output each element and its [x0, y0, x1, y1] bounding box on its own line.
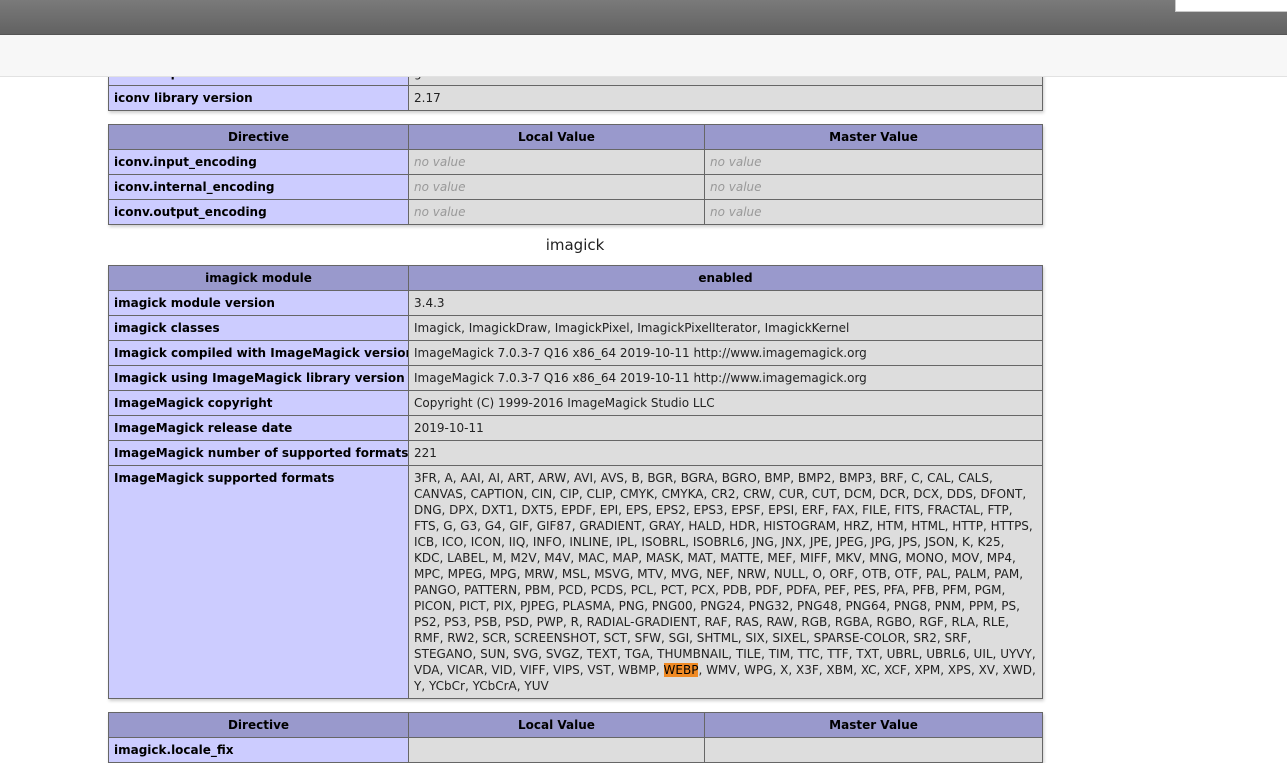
supported-formats-list: 3FR, A, AAI, AI, ART, ARW, AVI, AVS, B, …: [408, 465, 1043, 699]
row-label: imagick classes: [108, 315, 409, 341]
local-value: [408, 737, 705, 763]
table-row: iconv.internal_encoding no value no valu…: [108, 174, 1043, 200]
row-label: ImageMagick release date: [108, 415, 409, 441]
table-row: imagick classes Imagick, ImagickDraw, Im…: [108, 315, 1043, 341]
highlighted-format: WEBP: [663, 663, 699, 677]
phpinfo-content: iconv implementation glibc iconv library…: [108, 60, 1043, 763]
local-value: no value: [408, 174, 705, 200]
formats-text: 3FR, A, AAI, AI, ART, ARW, AVI, AVS, B, …: [414, 471, 1036, 677]
iconv-directives-table: Directive Local Value Master Value iconv…: [108, 124, 1043, 225]
table-row: ImageMagick release date 2019-10-11: [108, 415, 1043, 441]
table-row: iconv.output_encoding no value no value: [108, 199, 1043, 225]
header-imagick-module: imagick module: [108, 265, 409, 291]
table-row: ImageMagick supported formats 3FR, A, AA…: [108, 465, 1043, 699]
table-header-row: Directive Local Value Master Value: [108, 712, 1043, 738]
table-row: iconv library version 2.17: [108, 85, 1043, 111]
row-label: Imagick compiled with ImageMagick versio…: [108, 340, 409, 366]
row-value: 3.4.3: [408, 290, 1043, 316]
table-row: imagick.locale_fix: [108, 737, 1043, 763]
directive-name: iconv.input_encoding: [108, 149, 409, 175]
directive-name: imagick.locale_fix: [108, 737, 409, 763]
row-value: Copyright (C) 1999-2016 ImageMagick Stud…: [408, 390, 1043, 416]
row-label: ImageMagick number of supported formats:: [108, 440, 409, 466]
table-row: Imagick using ImageMagick library versio…: [108, 365, 1043, 391]
imagick-directives-table: Directive Local Value Master Value imagi…: [108, 712, 1043, 763]
row-label: Imagick using ImageMagick library versio…: [108, 365, 409, 391]
section-title-imagick: imagick: [545, 236, 605, 254]
imagick-info-table: imagick module enabled imagick module ve…: [108, 265, 1043, 699]
row-value: 2.17: [408, 85, 1043, 111]
table-header-row: imagick module enabled: [108, 265, 1043, 291]
table-header-row: Directive Local Value Master Value: [108, 124, 1043, 150]
header-enabled: enabled: [408, 265, 1043, 291]
row-value: ImageMagick 7.0.3-7 Q16 x86_64 2019-10-1…: [408, 340, 1043, 366]
header-local-value: Local Value: [408, 712, 705, 738]
search-box[interactable]: [1175, 0, 1287, 12]
page-toolbar: [0, 35, 1287, 77]
header-master-value: Master Value: [704, 712, 1043, 738]
row-label: imagick module version: [108, 290, 409, 316]
table-row: Imagick compiled with ImageMagick versio…: [108, 340, 1043, 366]
table-row: ImageMagick number of supported formats:…: [108, 440, 1043, 466]
header-local-value: Local Value: [408, 124, 705, 150]
row-value: 221: [408, 440, 1043, 466]
table-row: imagick module version 3.4.3: [108, 290, 1043, 316]
header-directive: Directive: [108, 712, 409, 738]
header-master-value: Master Value: [704, 124, 1043, 150]
table-row: iconv.input_encoding no value no value: [108, 149, 1043, 175]
row-value: 2019-10-11: [408, 415, 1043, 441]
header-directive: Directive: [108, 124, 409, 150]
local-value: no value: [408, 149, 705, 175]
row-label: ImageMagick supported formats: [108, 465, 409, 699]
directive-name: iconv.internal_encoding: [108, 174, 409, 200]
row-label: ImageMagick copyright: [108, 390, 409, 416]
table-row: ImageMagick copyright Copyright (C) 1999…: [108, 390, 1043, 416]
browser-top-bar: [0, 0, 1287, 35]
directive-name: iconv.output_encoding: [108, 199, 409, 225]
master-value: [704, 737, 1043, 763]
master-value: no value: [704, 199, 1043, 225]
master-value: no value: [704, 174, 1043, 200]
local-value: no value: [408, 199, 705, 225]
master-value: no value: [704, 149, 1043, 175]
row-value: Imagick, ImagickDraw, ImagickPixel, Imag…: [408, 315, 1043, 341]
row-label: iconv library version: [108, 85, 409, 111]
row-value: ImageMagick 7.0.3-7 Q16 x86_64 2019-10-1…: [408, 365, 1043, 391]
